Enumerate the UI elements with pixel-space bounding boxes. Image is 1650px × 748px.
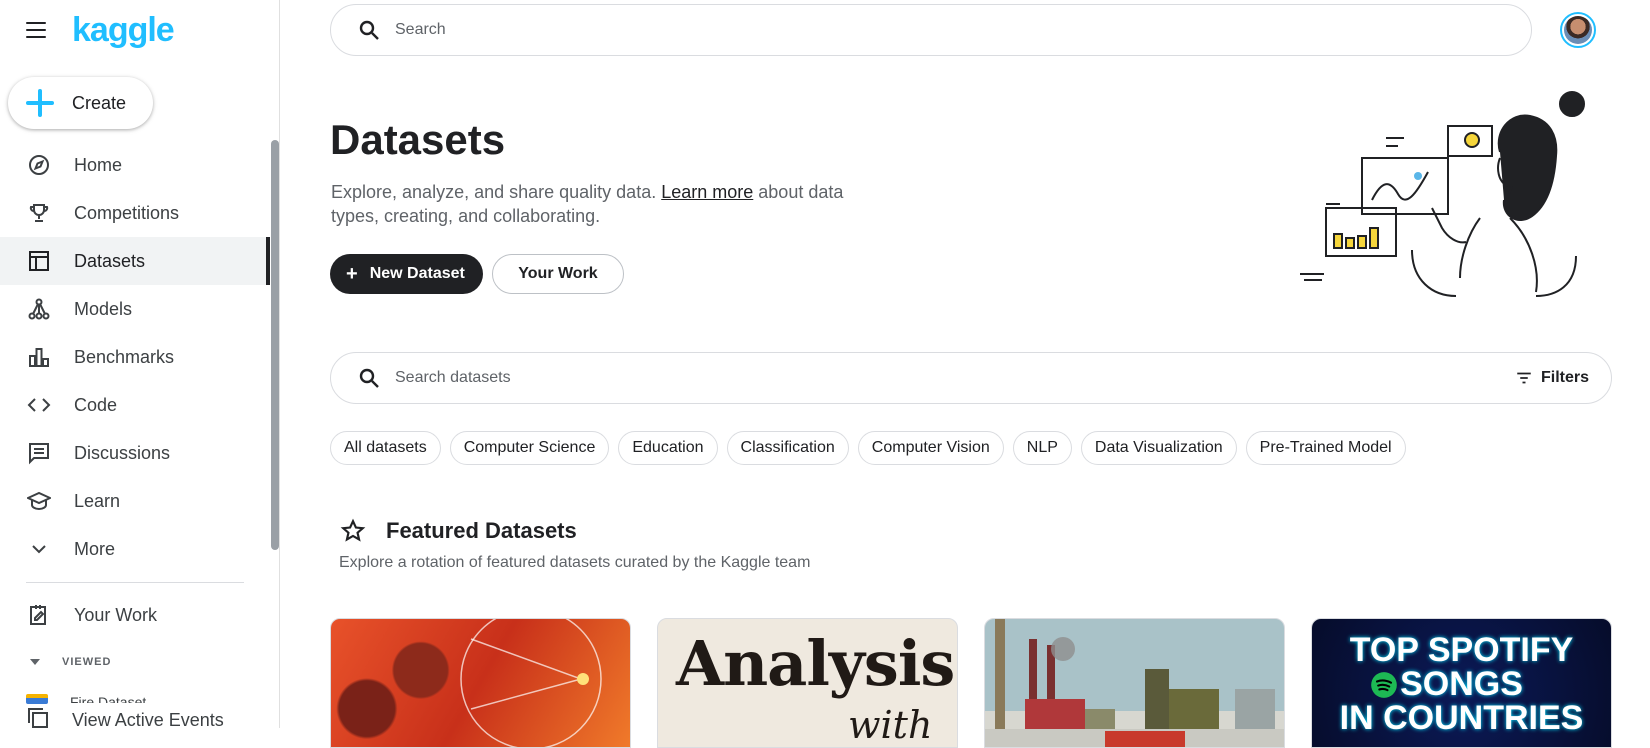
sidebar-item-label: Home: [74, 154, 123, 175]
sidebar-item-learn[interactable]: Learn: [0, 477, 270, 525]
dataset-card[interactable]: Analysis with: [657, 618, 958, 748]
chip-computer-science[interactable]: Computer Science: [449, 431, 610, 465]
sidebar-item-label: Datasets: [74, 250, 146, 271]
new-dataset-label: New Dataset: [369, 265, 465, 282]
chip-all-datasets[interactable]: All datasets: [330, 431, 441, 465]
create-label: Create: [72, 92, 127, 113]
your-work-button[interactable]: Your Work: [492, 254, 624, 294]
chip-nlp[interactable]: NLP: [1012, 431, 1072, 465]
sidebar-item-home[interactable]: Home: [0, 141, 270, 189]
sidebar-item-label: More: [74, 538, 116, 559]
dataset-card[interactable]: [984, 618, 1285, 748]
card-image-text: Analysis: [676, 627, 955, 700]
star-icon: [340, 518, 366, 542]
view-active-events[interactable]: View Active Events: [0, 702, 270, 728]
view-active-events-label: View Active Events: [72, 709, 224, 729]
dataset-card[interactable]: TOP SPOTIFY SONGS IN COUNTRIES: [1311, 618, 1612, 748]
sidebar: kaggle Create Home Competitions Datasets: [0, 0, 280, 728]
code-icon: [26, 392, 52, 418]
sidebar-item-competitions[interactable]: Competitions: [0, 189, 270, 237]
card-image-text: with: [848, 703, 933, 747]
sidebar-item-label: Code: [74, 394, 118, 415]
brand: kaggle: [26, 12, 175, 48]
sidebar-scrollbar[interactable]: [271, 140, 279, 550]
search-input[interactable]: [395, 21, 1531, 39]
page-title: Datasets: [330, 116, 506, 163]
bar-chart-icon: [26, 344, 52, 370]
chip-pre-trained-model[interactable]: Pre-Trained Model: [1245, 431, 1406, 465]
chevron-down-icon: [26, 536, 52, 562]
sidebar-item-label: Competitions: [74, 202, 180, 223]
learn-more-link[interactable]: Learn more: [661, 182, 753, 202]
trophy-icon: [26, 200, 52, 226]
sidebar-item-your-work[interactable]: Your Work: [0, 591, 270, 639]
menu-icon[interactable]: [26, 17, 52, 43]
sidebar-item-discussions[interactable]: Discussions: [0, 429, 270, 477]
avatar-image: [1564, 16, 1592, 44]
chip-data-visualization[interactable]: Data Visualization: [1080, 431, 1237, 465]
featured-subtitle: Explore a rotation of featured datasets …: [339, 554, 811, 571]
page-description: Explore, analyze, and share quality data…: [331, 180, 871, 228]
caret-down-icon: [30, 659, 40, 665]
sidebar-item-benchmarks[interactable]: Benchmarks: [0, 333, 270, 381]
sidebar-item-label: Benchmarks: [74, 346, 175, 367]
filter-list-icon: [1517, 372, 1531, 384]
sidebar-item-label: Learn: [74, 490, 121, 511]
avatar[interactable]: [1560, 12, 1596, 48]
sidebar-item-label: Your Work: [74, 604, 158, 625]
chip-classification[interactable]: Classification: [726, 431, 849, 465]
sidebar-your-work: Your Work: [0, 591, 270, 639]
sidebar-divider: [26, 582, 244, 583]
create-button[interactable]: Create: [8, 77, 153, 129]
card-image-text: TOP SPOTIFY: [1349, 631, 1574, 669]
chip-computer-vision[interactable]: Computer Vision: [857, 431, 1004, 465]
new-dataset-button[interactable]: + New Dataset: [330, 254, 483, 294]
featured-header: Featured Datasets: [340, 518, 577, 544]
sidebar-item-code[interactable]: Code: [0, 381, 270, 429]
desc-text: Explore, analyze, and share quality data…: [331, 182, 662, 202]
models-icon: [26, 296, 52, 322]
filters-label: Filters: [1540, 369, 1589, 386]
dataset-search-input[interactable]: [395, 369, 1515, 387]
sidebar-item-label: Discussions: [74, 442, 171, 463]
compass-icon: [26, 152, 52, 178]
card-image: [460, 619, 602, 747]
search-icon: [359, 20, 379, 40]
card-image-text: IN COUNTRIES: [1339, 699, 1584, 737]
comment-icon: [26, 440, 52, 466]
table-icon: [26, 248, 52, 274]
sidebar-item-more[interactable]: More: [0, 525, 270, 573]
library-icon: [26, 706, 50, 729]
sidebar-item-datasets[interactable]: Datasets: [0, 237, 270, 285]
card-image-text: SONGS: [1400, 665, 1523, 703]
chip-education[interactable]: Education: [618, 431, 718, 465]
global-search: [330, 4, 1532, 56]
featured-cards: Analysis with TOP SPOTIFY SONGS IN COUNT…: [330, 618, 1612, 748]
filters-button[interactable]: Filters: [1515, 369, 1589, 387]
your-work-label: Your Work: [518, 265, 598, 282]
hero-illustration: [1300, 91, 1585, 297]
card-image: [985, 619, 1284, 747]
kaggle-logo[interactable]: kaggle: [72, 12, 175, 48]
dataset-card[interactable]: [330, 618, 631, 748]
category-chips: All datasets Computer Science Education …: [330, 431, 1406, 465]
sidebar-item-models[interactable]: Models: [0, 285, 270, 333]
viewed-label: VIEWED: [62, 656, 112, 668]
featured-title: Featured Datasets: [386, 518, 577, 543]
sidebar-nav: Home Competitions Datasets Models Benchm…: [0, 141, 270, 573]
dataset-search: Filters: [330, 352, 1612, 404]
viewed-section-toggle[interactable]: VIEWED: [30, 652, 111, 672]
edit-note-icon: [26, 602, 52, 628]
spotify-icon: [1371, 672, 1397, 698]
sidebar-item-label: Models: [74, 298, 133, 319]
school-icon: [26, 488, 52, 514]
plus-icon: +: [346, 263, 358, 285]
search-icon: [359, 368, 379, 388]
plus-icon: [26, 89, 54, 117]
